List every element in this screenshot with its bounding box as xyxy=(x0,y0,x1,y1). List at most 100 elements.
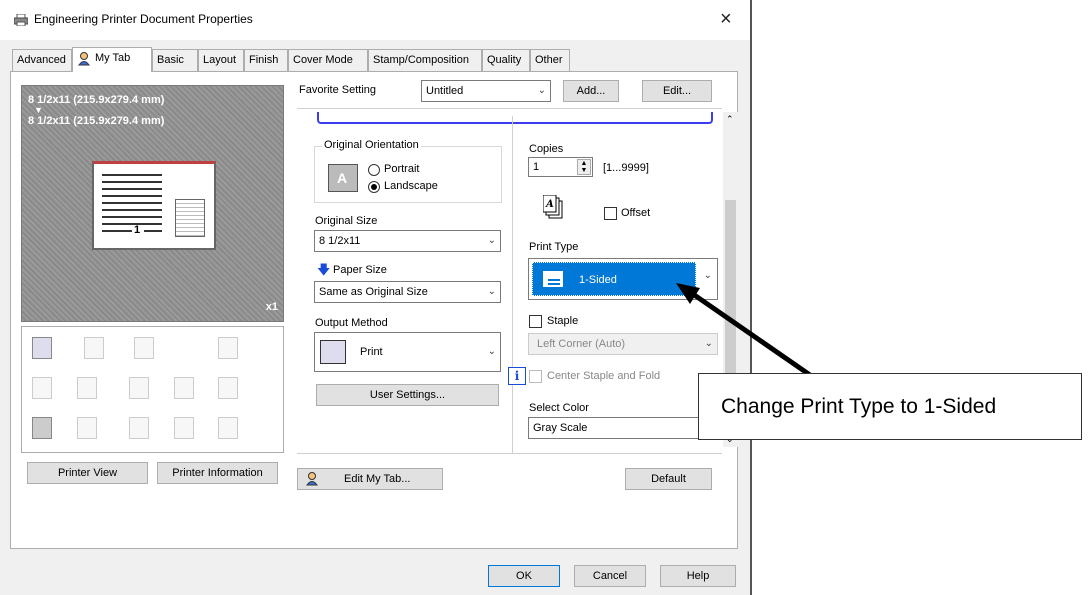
staple-checkbox[interactable] xyxy=(529,315,542,328)
info-icon[interactable]: i xyxy=(508,367,526,385)
favorite-setting-select[interactable]: Untitled ⌄ xyxy=(421,80,551,102)
print-type-select[interactable]: 1-Sided ⌄ xyxy=(528,258,718,300)
user-icon xyxy=(78,52,90,66)
preview-size-line2: 8 1/2x11 (215.9x279.4 mm) xyxy=(28,115,165,127)
printer-information-button[interactable]: Printer Information xyxy=(157,462,278,484)
default-button[interactable]: Default xyxy=(625,468,712,490)
chevron-down-icon: ⌄ xyxy=(704,338,713,349)
center-staple-checkbox xyxy=(529,370,542,383)
template-function-icon xyxy=(174,417,194,439)
favorite-setting-value: Untitled xyxy=(426,85,464,97)
original-size-select[interactable]: 8 1/2x11 ⌄ xyxy=(314,230,501,252)
help-button[interactable]: Help xyxy=(660,565,736,587)
portrait-label: Portrait xyxy=(384,163,420,175)
text-line xyxy=(102,195,162,197)
text-line xyxy=(102,188,162,190)
text-line xyxy=(102,216,162,218)
orientation-group-label: Original Orientation xyxy=(322,139,421,151)
tab-advanced[interactable]: Advanced xyxy=(12,49,72,71)
favorite-setting-label: Favorite Setting xyxy=(299,84,377,96)
edit-button[interactable]: Edit... xyxy=(642,80,712,102)
secure-function-icon xyxy=(218,377,238,399)
add-button[interactable]: Add... xyxy=(563,80,619,102)
tab-basic[interactable]: Basic xyxy=(152,49,198,71)
user-settings-button[interactable]: User Settings... xyxy=(316,384,499,406)
tab-quality[interactable]: Quality xyxy=(482,49,530,71)
edit-my-tab-label: Edit My Tab... xyxy=(344,473,411,485)
preview-arrow: ▼ xyxy=(34,105,43,115)
center-staple-label: Center Staple and Fold xyxy=(547,370,661,382)
pages-function-icon xyxy=(32,377,52,399)
annotation-callout: Change Print Type to 1-Sided xyxy=(698,373,1082,440)
sheet-function-icon xyxy=(218,417,238,439)
dialog-window: Engineering Printer Document Properties … xyxy=(0,0,752,595)
divider xyxy=(297,453,722,454)
user-icon xyxy=(306,472,318,486)
copies-spinner[interactable]: ▲ ▼ xyxy=(577,159,591,175)
original-size-value: 8 1/2x11 xyxy=(319,235,361,247)
copies-value: 1 xyxy=(533,161,540,173)
landscape-radio[interactable] xyxy=(368,181,380,193)
scrollbar-thumb[interactable] xyxy=(725,200,736,380)
ok-button[interactable]: OK xyxy=(488,565,560,587)
offset-label: Offset xyxy=(621,207,651,219)
document-function-icon xyxy=(134,337,154,359)
portrait-radio[interactable] xyxy=(368,164,380,176)
output-method-select[interactable]: Print ⌄ xyxy=(314,332,501,372)
divider xyxy=(297,108,722,109)
window-title: Engineering Printer Document Properties xyxy=(34,12,253,26)
print-type-value: 1-Sided xyxy=(579,274,617,286)
text-function-icon xyxy=(129,377,149,399)
chevron-down-icon: ⌄ xyxy=(703,270,712,281)
preview-paper: 1 xyxy=(92,161,216,250)
list-function-icon[interactable] xyxy=(32,417,52,439)
output-method-value: Print xyxy=(360,346,383,358)
column-divider xyxy=(512,116,513,453)
printer-icon xyxy=(14,14,28,26)
staple-label: Staple xyxy=(547,315,579,327)
tab-stamp-composition[interactable]: Stamp/Composition xyxy=(368,49,482,71)
edit-my-tab-button[interactable]: Edit My Tab... xyxy=(297,468,443,490)
text-line xyxy=(144,230,162,232)
tab-layout[interactable]: Layout xyxy=(198,49,244,71)
staple-value: Left Corner (Auto) xyxy=(537,338,626,350)
tab-my-tab[interactable]: My Tab xyxy=(72,47,152,72)
copies-label: Copies xyxy=(529,143,564,155)
paper-size-select[interactable]: Same as Original Size ⌄ xyxy=(314,281,501,303)
copies-range: [1...9999] xyxy=(603,162,649,174)
function-icon-panel xyxy=(21,326,284,453)
tab-other[interactable]: Other xyxy=(530,49,570,71)
tab-my-tab-label: My Tab xyxy=(95,52,131,64)
title-bar: Engineering Printer Document Properties … xyxy=(0,0,750,40)
preview-grid xyxy=(175,199,205,237)
copies-badge: x1 xyxy=(265,301,278,313)
scroll-up-icon[interactable]: ⌃ xyxy=(726,114,734,125)
document-stack-icon: A xyxy=(542,194,565,221)
text-line xyxy=(102,181,162,183)
account-function-icon xyxy=(129,417,149,439)
print-method-icon xyxy=(320,340,346,364)
cut-off-box xyxy=(317,112,713,124)
offset-checkbox[interactable] xyxy=(604,207,617,220)
select-color-select[interactable]: Gray Scale xyxy=(528,417,718,439)
combine-function-icon xyxy=(77,377,97,399)
text-line xyxy=(102,223,162,225)
staple-select[interactable]: Left Corner (Auto) ⌄ xyxy=(528,333,718,355)
cancel-button[interactable]: Cancel xyxy=(574,565,646,587)
copies-input[interactable]: 1 ▲ ▼ xyxy=(528,157,593,177)
text-line xyxy=(102,209,162,211)
text-line xyxy=(102,174,162,176)
close-icon[interactable]: × xyxy=(720,8,732,31)
orientation-icon-letter: A xyxy=(337,170,348,186)
printer-view-button[interactable]: Printer View xyxy=(27,462,148,484)
single-page-icon xyxy=(543,271,563,289)
chevron-down-icon: ⌄ xyxy=(487,235,496,246)
print-function-icon[interactable] xyxy=(32,337,52,359)
tab-finish[interactable]: Finish xyxy=(244,49,288,71)
print-type-selected: 1-Sided xyxy=(532,262,696,296)
tab-cover-mode[interactable]: Cover Mode xyxy=(288,49,368,71)
preview-size-line1: 8 1/2x11 (215.9x279.4 mm) xyxy=(28,94,165,106)
text-line xyxy=(102,230,132,232)
user-function-icon xyxy=(77,417,97,439)
orientation-icon: A xyxy=(328,164,358,192)
